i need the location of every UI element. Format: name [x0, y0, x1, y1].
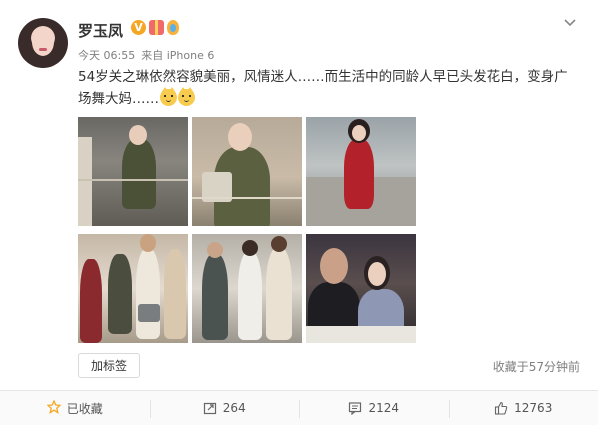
photo-1[interactable] — [78, 117, 188, 226]
post-text-body: 54岁关之琳依然容貌美丽，风情迷人……而生活中的同龄人早已头发花白，变身广场舞大… — [78, 69, 568, 107]
post-text: 54岁关之琳依然容貌美丽，风情迷人……而生活中的同龄人早已头发花白，变身广场舞大… — [78, 66, 578, 110]
source-prefix: 来自 — [141, 49, 164, 62]
post-meta: 今天 06:55 来自 iPhone 6 — [78, 47, 214, 63]
favorite-label: 已收藏 — [66, 401, 103, 416]
chevron-down-icon[interactable] — [562, 16, 578, 32]
photo-grid — [78, 117, 417, 343]
thumbs-up-icon — [494, 401, 508, 415]
doge-icon — [160, 87, 177, 106]
author-name[interactable]: 罗玉凤 — [78, 20, 123, 41]
repost-button[interactable]: 264 — [149, 391, 300, 425]
author-badges: V — [131, 20, 179, 35]
balloon-icon[interactable] — [167, 20, 179, 35]
photo-6[interactable] — [306, 234, 416, 343]
post-source: 来自 iPhone 6 — [141, 47, 214, 63]
avatar-lips — [39, 48, 47, 51]
verified-v-icon[interactable]: V — [131, 20, 146, 35]
favorite-button[interactable]: 已收藏 — [0, 391, 150, 425]
post-time[interactable]: 今天 06:55 — [78, 47, 135, 63]
like-count: 12763 — [514, 401, 553, 415]
repost-icon — [203, 401, 217, 415]
photo-5[interactable] — [192, 234, 302, 343]
repost-count: 264 — [222, 401, 246, 415]
photo-3[interactable] — [306, 117, 416, 226]
like-button[interactable]: 12763 — [448, 391, 598, 425]
favorited-time: 收藏于57分钟前 — [492, 360, 580, 374]
doge-icon — [178, 87, 195, 106]
photo-4[interactable] — [78, 234, 188, 343]
gift-icon[interactable] — [149, 20, 164, 35]
photo-2[interactable] — [192, 117, 302, 226]
star-icon — [46, 398, 62, 417]
avatar-face — [32, 28, 54, 56]
comment-icon — [348, 401, 362, 416]
comment-count: 2124 — [368, 401, 400, 415]
weibo-post-card: 罗玉凤 V 今天 06:55 来自 iPhone 6 54岁关之琳依然容貌美丽，… — [0, 0, 598, 425]
add-tag-button[interactable]: 加标签 — [78, 353, 140, 378]
author-avatar[interactable] — [18, 18, 68, 68]
comment-button[interactable]: 2124 — [299, 391, 449, 425]
source-device[interactable]: iPhone 6 — [167, 49, 215, 62]
action-bar: 已收藏 264 2124 12763 — [0, 390, 598, 425]
